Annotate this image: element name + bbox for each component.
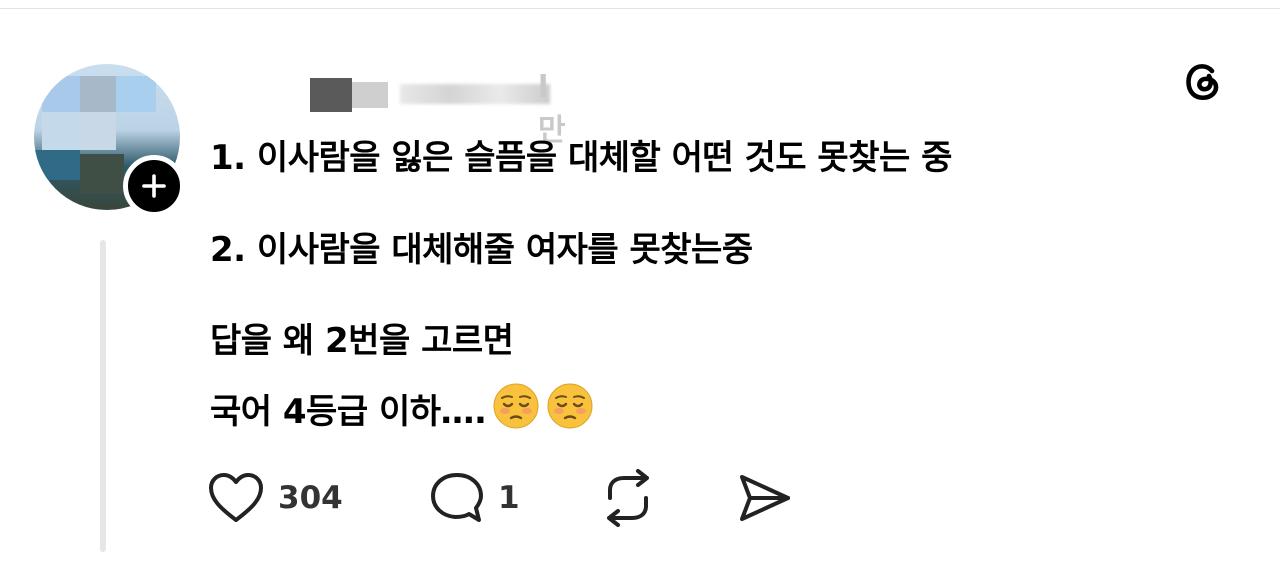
like-count: 304 [278,480,343,516]
threads-logo-icon[interactable] [1178,57,1228,107]
follow-button[interactable] [123,155,185,217]
pensive-face-icon [492,382,540,439]
post-line-1: 1. 이사람을 잃은 슬픔을 대체할 어떤 것도 못찾는 중 [210,138,952,178]
heart-icon [209,473,263,522]
top-divider [0,8,1280,9]
post-line-4-text: 국어 4등급 이하…. [210,392,487,432]
repost-button[interactable] [596,468,660,528]
reply-count: 1 [498,480,520,516]
send-icon [740,475,790,521]
pensive-face-icon [546,382,594,439]
thread-line [100,240,106,552]
reply-button[interactable]: 1 [428,468,520,528]
post-line-4: 국어 4등급 이하…. [210,382,594,442]
post-line-3: 답을 왜 2번을 고르면 [210,321,514,361]
repost-icon [607,469,649,527]
comment-bubble-icon [431,473,483,522]
post-line-2: 2. 이사람을 대체해줄 여자를 못찾는중 [210,230,753,270]
plus-icon [142,174,166,198]
like-button[interactable]: 304 [206,468,343,528]
share-button[interactable] [736,468,794,528]
